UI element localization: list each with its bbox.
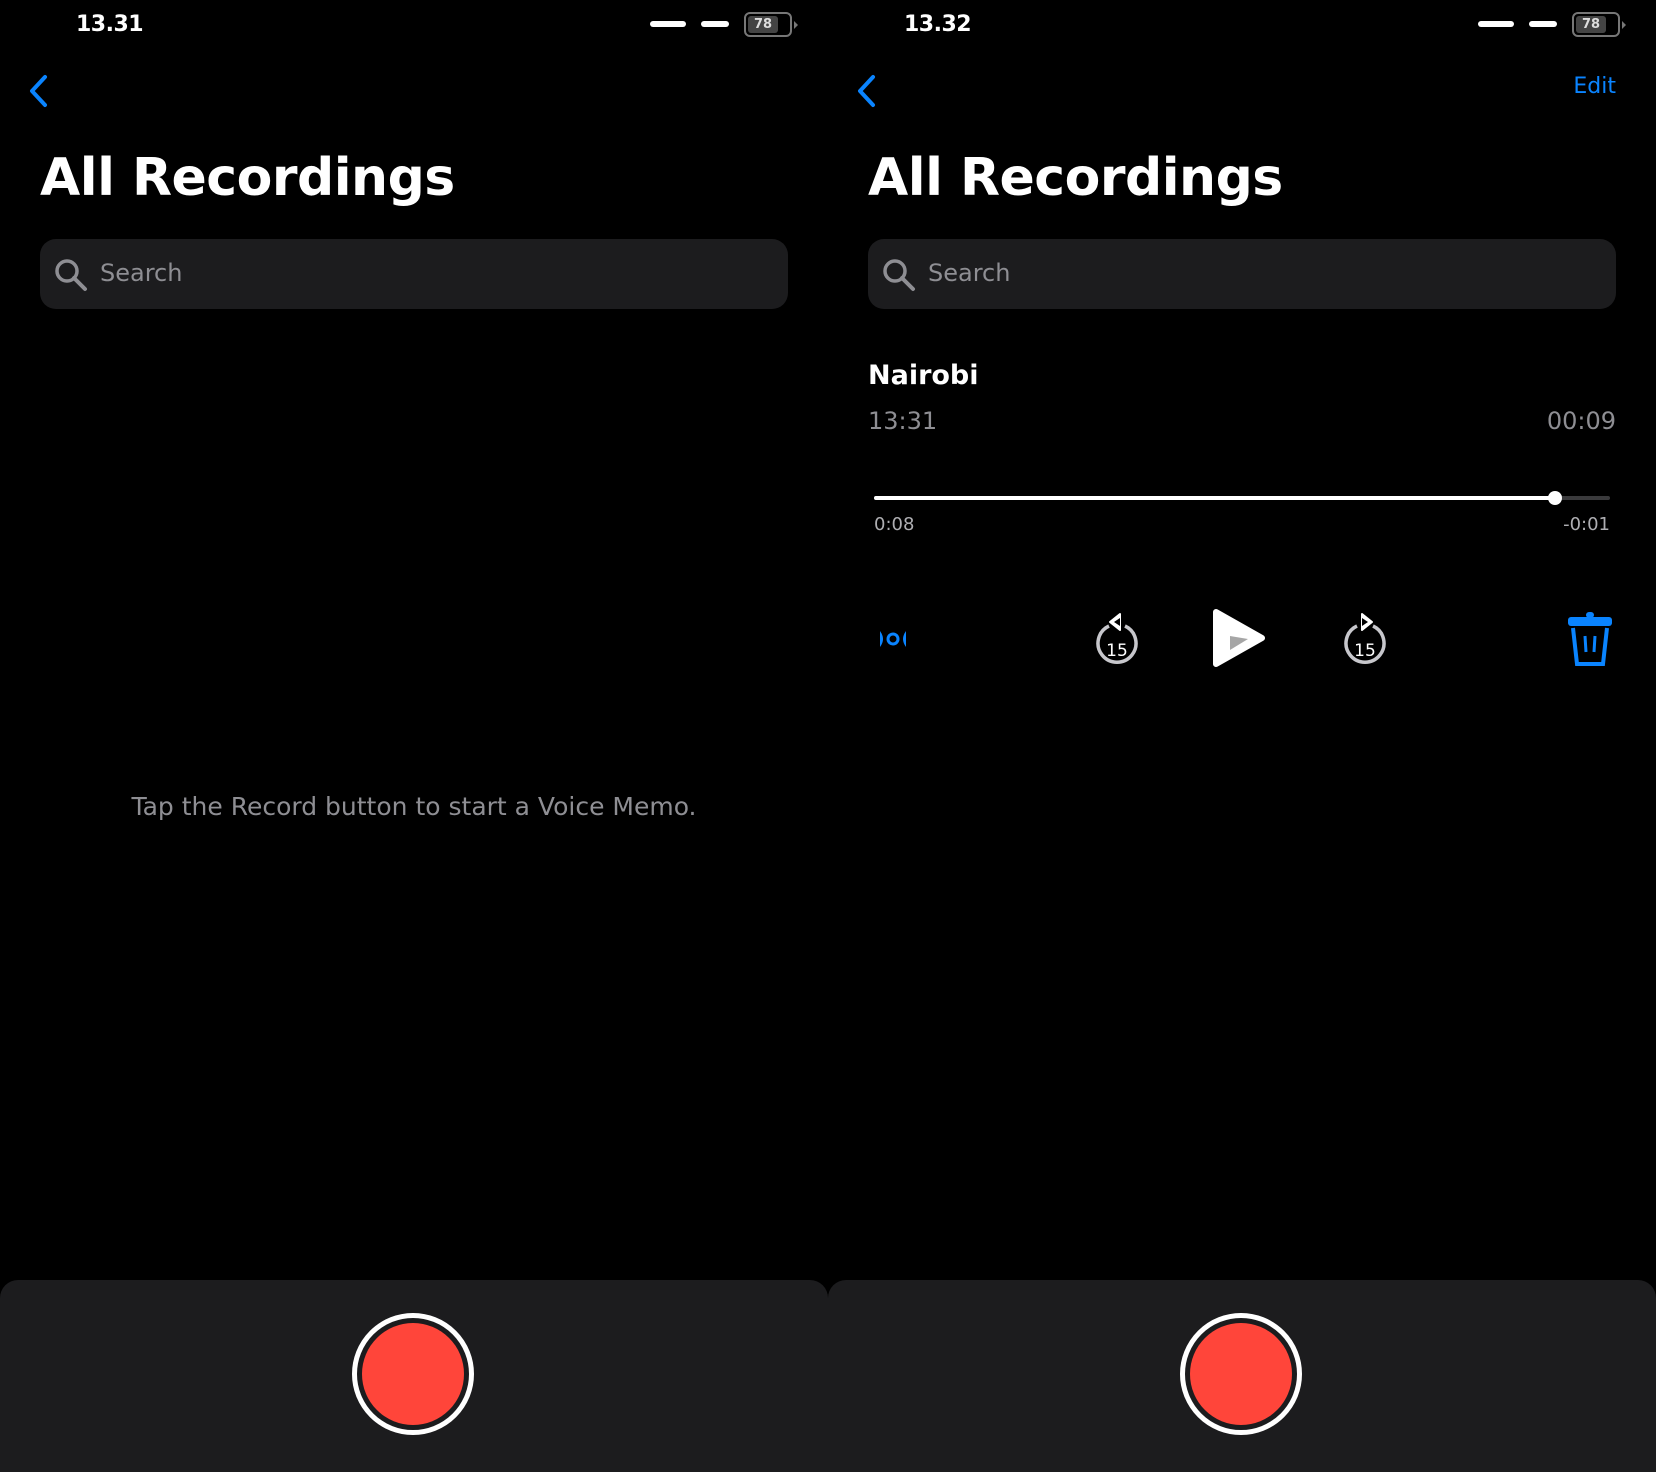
skip-back-label: 15 bbox=[1106, 641, 1128, 661]
skip-forward-label: 15 bbox=[1354, 641, 1376, 661]
search-placeholder: Search bbox=[100, 259, 183, 287]
remaining-time: -0:01 bbox=[1563, 514, 1610, 535]
wifi-icon bbox=[701, 21, 729, 27]
record-icon bbox=[1190, 1323, 1292, 1425]
play-icon[interactable] bbox=[1210, 606, 1268, 670]
skip-back-15-icon[interactable]: 15 bbox=[1092, 610, 1142, 668]
skip-forward-15-icon[interactable]: 15 bbox=[1340, 610, 1390, 668]
bottom-bar bbox=[828, 1280, 1656, 1472]
screen-recording: 13.32 78 Edit All Recordings Search Nair… bbox=[828, 0, 1656, 1472]
waveform-options-icon[interactable] bbox=[878, 628, 908, 650]
back-chevron-icon[interactable] bbox=[852, 72, 882, 110]
record-button[interactable] bbox=[1180, 1313, 1302, 1435]
scrubber-thumb[interactable] bbox=[1547, 491, 1562, 505]
page-title: All Recordings bbox=[868, 148, 1283, 208]
battery-icon: 78 bbox=[1572, 12, 1620, 37]
playback-scrubber[interactable] bbox=[874, 496, 1610, 500]
record-button[interactable] bbox=[352, 1313, 474, 1435]
wifi-icon bbox=[1529, 21, 1557, 27]
search-input[interactable]: Search bbox=[40, 239, 788, 309]
battery-level: 78 bbox=[748, 16, 778, 33]
record-icon bbox=[362, 1323, 464, 1425]
recording-name[interactable]: Nairobi bbox=[868, 360, 979, 391]
battery-tip bbox=[794, 21, 798, 29]
elapsed-time: 0:08 bbox=[874, 514, 915, 535]
battery-tip bbox=[1622, 21, 1626, 29]
edit-button[interactable]: Edit bbox=[1573, 74, 1616, 99]
screen-empty: 13.31 78 All Recordings Search Tap the R… bbox=[0, 0, 828, 1472]
status-time: 13.31 bbox=[76, 12, 144, 37]
signal-icon bbox=[1478, 21, 1514, 27]
back-chevron-icon[interactable] bbox=[24, 72, 54, 110]
trash-icon[interactable] bbox=[1566, 610, 1614, 668]
battery-icon: 78 bbox=[744, 12, 792, 37]
search-icon bbox=[883, 259, 915, 291]
status-time: 13.32 bbox=[904, 12, 972, 37]
search-icon bbox=[55, 259, 87, 291]
bottom-bar bbox=[0, 1280, 828, 1472]
scrubber-progress bbox=[874, 496, 1555, 500]
empty-message: Tap the Record button to start a Voice M… bbox=[131, 792, 697, 821]
recording-date: 13:31 bbox=[868, 407, 938, 435]
recording-duration: 00:09 bbox=[1546, 407, 1616, 435]
signal-icon bbox=[650, 21, 686, 27]
search-input[interactable]: Search bbox=[868, 239, 1616, 309]
search-placeholder: Search bbox=[928, 259, 1011, 287]
battery-level: 78 bbox=[1576, 16, 1606, 33]
page-title: All Recordings bbox=[40, 148, 455, 208]
